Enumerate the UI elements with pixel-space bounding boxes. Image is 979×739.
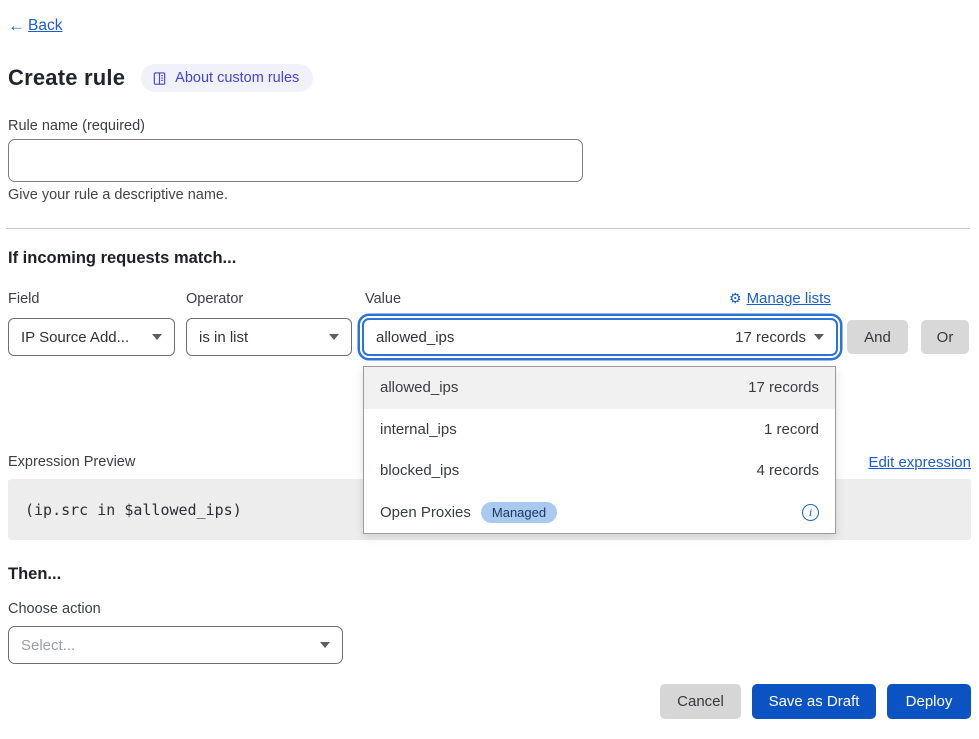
gear-icon: ⚙ (729, 290, 742, 307)
and-button[interactable]: And (847, 320, 908, 354)
rule-name-label: Rule name (required) (8, 118, 145, 134)
back-link[interactable]: ←Back (8, 16, 62, 36)
list-item-internal-ips[interactable]: internal_ips 1 record (364, 409, 835, 451)
edit-expression-link[interactable]: Edit expression (868, 454, 971, 471)
list-item-records: 17 records (748, 379, 819, 396)
chevron-down-icon (320, 642, 330, 648)
field-select-value: IP Source Add... (21, 329, 144, 346)
operator-select[interactable]: is in list (186, 318, 352, 356)
create-rule-page: ←Back Create rule About custom rules Rul… (0, 0, 979, 739)
list-item-open-proxies[interactable]: Open Proxies Managed i (364, 492, 835, 534)
rule-name-helper: Give your rule a descriptive name. (8, 187, 228, 203)
save-as-draft-button[interactable]: Save as Draft (752, 684, 876, 719)
expression-code: (ip.src in $allowed_ips) (25, 501, 242, 519)
info-icon[interactable]: i (802, 504, 819, 521)
value-label: Value (365, 291, 401, 307)
field-select[interactable]: IP Source Add... (8, 318, 175, 356)
page-title: Create rule (8, 65, 125, 91)
manage-lists-label: Manage lists (747, 290, 831, 307)
cancel-button[interactable]: Cancel (660, 684, 741, 719)
operator-label: Operator (186, 291, 243, 307)
list-item-name: Open Proxies (380, 504, 471, 521)
back-link-label: Back (28, 17, 62, 35)
manage-lists-link[interactable]: ⚙ Manage lists (729, 290, 831, 307)
list-item-name: allowed_ips (380, 379, 458, 396)
list-item-blocked-ips[interactable]: blocked_ips 4 records (364, 450, 835, 492)
operator-select-value: is in list (199, 329, 321, 346)
value-select-records: 17 records (735, 329, 806, 346)
action-select-placeholder: Select... (21, 637, 312, 654)
list-item-records: 4 records (756, 462, 819, 479)
managed-badge: Managed (481, 502, 557, 523)
back-arrow-icon: ← (8, 16, 25, 36)
field-label: Field (8, 291, 39, 307)
chevron-down-icon (814, 334, 824, 340)
expression-preview-label: Expression Preview (8, 454, 135, 470)
section-divider (6, 228, 970, 229)
about-custom-rules-link[interactable]: About custom rules (141, 64, 313, 92)
value-select[interactable]: allowed_ips 17 records (362, 318, 838, 356)
list-item-allowed-ips[interactable]: allowed_ips 17 records (364, 367, 835, 409)
or-button[interactable]: Or (921, 320, 969, 354)
book-icon (152, 71, 167, 86)
value-select-value: allowed_ips (376, 329, 454, 346)
rule-name-input[interactable] (8, 139, 583, 182)
list-dropdown-panel: allowed_ips 17 records internal_ips 1 re… (363, 366, 836, 534)
action-select[interactable]: Select... (8, 626, 343, 664)
deploy-button[interactable]: Deploy (887, 684, 971, 719)
title-row: Create rule About custom rules (8, 64, 313, 92)
chevron-down-icon (329, 334, 339, 340)
chevron-down-icon (152, 334, 162, 340)
then-section-heading: Then... (8, 565, 61, 584)
list-item-records: 1 record (764, 421, 819, 438)
choose-action-label: Choose action (8, 601, 101, 617)
match-section-heading: If incoming requests match... (8, 249, 236, 268)
list-item-name: internal_ips (380, 421, 457, 438)
about-custom-rules-label: About custom rules (175, 70, 299, 86)
list-item-name: blocked_ips (380, 462, 459, 479)
